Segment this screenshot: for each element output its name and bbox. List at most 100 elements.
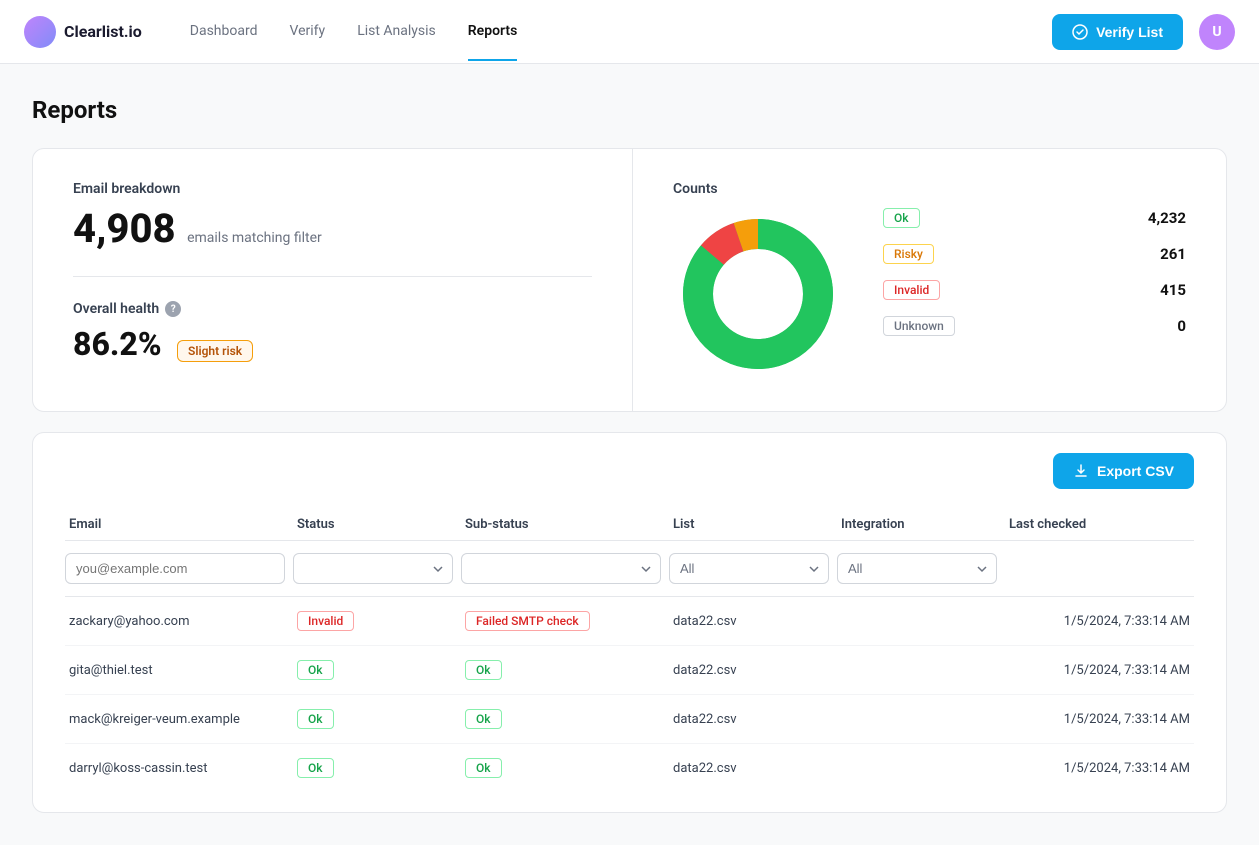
chart-legend: Ok 4,232 Risky 261 Invalid 415 Unknown 0 <box>883 208 1186 352</box>
cell-list: data22.csv <box>673 761 833 776</box>
verify-list-button[interactable]: Verify List <box>1052 14 1183 50</box>
legend-row-risky: Risky 261 <box>883 244 1186 264</box>
substatus-badge: Ok <box>465 758 502 778</box>
logo-text: Clearlist.io <box>64 22 142 41</box>
nav-link-dashboard[interactable]: Dashboard <box>190 3 258 61</box>
donut-svg <box>673 209 843 379</box>
counts-label: Counts <box>673 181 843 197</box>
cell-last-checked: 1/5/2024, 7:33:14 AM <box>1009 761 1190 776</box>
cell-list: data22.csv <box>673 663 833 678</box>
table-row: darryl@koss-cassin.test Ok Ok data22.csv… <box>65 744 1194 792</box>
table-row: gita@thiel.test Ok Ok data22.csv 1/5/202… <box>65 646 1194 695</box>
legend-count-unknown: 0 <box>1136 317 1186 335</box>
cell-list: data22.csv <box>673 614 833 629</box>
cell-email: zackary@yahoo.com <box>69 614 289 629</box>
table-body: zackary@yahoo.com Invalid Failed SMTP ch… <box>65 597 1194 792</box>
cell-substatus: Failed SMTP check <box>465 611 665 631</box>
divider <box>73 276 592 277</box>
page-title: Reports <box>32 96 1227 124</box>
logo[interactable]: Clearlist.io <box>24 16 142 48</box>
nav-link-reports[interactable]: Reports <box>468 3 518 61</box>
logo-icon <box>24 16 56 48</box>
nav-link-list-analysis[interactable]: List Analysis <box>357 3 436 61</box>
cell-status: Invalid <box>297 611 457 631</box>
email-count: 4,908 <box>73 205 176 252</box>
table-toolbar: Export CSV <box>65 453 1194 489</box>
legend-row-unknown: Unknown 0 <box>883 316 1186 336</box>
substatus-filter-cell <box>461 553 661 584</box>
email-filter-cell <box>65 553 285 584</box>
cell-status: Ok <box>297 758 457 778</box>
status-filter-cell <box>293 553 453 584</box>
donut-chart <box>673 209 843 379</box>
cell-substatus: Ok <box>465 709 665 729</box>
chart-area: Counts <box>673 181 843 379</box>
cell-email: mack@kreiger-veum.example <box>69 712 289 727</box>
legend-count-ok: 4,232 <box>1136 209 1186 227</box>
col-last-checked: Last checked <box>1009 517 1194 532</box>
email-filter-input[interactable] <box>65 553 285 584</box>
health-row: 86.2% Slight risk <box>73 325 592 363</box>
navbar: Clearlist.io Dashboard Verify List Analy… <box>0 0 1259 64</box>
verify-icon <box>1072 24 1088 40</box>
integration-filter-cell: All <box>837 553 997 584</box>
info-icon: ? <box>165 301 181 317</box>
nav-right: Verify List U <box>1052 14 1235 50</box>
table-row: zackary@yahoo.com Invalid Failed SMTP ch… <box>65 597 1194 646</box>
cell-substatus: Ok <box>465 660 665 680</box>
count-row: 4,908 emails matching filter <box>73 205 592 252</box>
status-badge: Invalid <box>297 611 354 631</box>
col-status: Status <box>297 517 457 532</box>
health-percentage: 86.2% <box>73 325 162 363</box>
cell-last-checked: 1/5/2024, 7:33:14 AM <box>1009 663 1190 678</box>
risk-badge: Slight risk <box>177 340 253 362</box>
summary-card: Email breakdown 4,908 emails matching fi… <box>32 148 1227 412</box>
status-filter-select[interactable] <box>293 553 453 584</box>
table-row: mack@kreiger-veum.example Ok Ok data22.c… <box>65 695 1194 744</box>
status-badge: Ok <box>297 709 334 729</box>
list-filter-select[interactable]: All <box>669 553 829 584</box>
list-filter-cell: All <box>669 553 829 584</box>
breakdown-label: Email breakdown <box>73 181 592 197</box>
health-label: Overall health ? <box>73 301 592 317</box>
status-badge: Ok <box>297 758 334 778</box>
filter-row: All All <box>65 541 1194 597</box>
legend-count-risky: 261 <box>1136 245 1186 263</box>
col-list: List <box>673 517 833 532</box>
nav-links: Dashboard Verify List Analysis Reports <box>190 3 1052 61</box>
legend-row-ok: Ok 4,232 <box>883 208 1186 228</box>
cell-email: gita@thiel.test <box>69 663 289 678</box>
nav-link-verify[interactable]: Verify <box>290 3 326 61</box>
cell-status: Ok <box>297 709 457 729</box>
substatus-badge: Ok <box>465 709 502 729</box>
legend-badge-risky: Risky <box>883 244 934 264</box>
cell-last-checked: 1/5/2024, 7:33:14 AM <box>1009 614 1190 629</box>
legend-badge-ok: Ok <box>883 208 920 228</box>
cell-email: darryl@koss-cassin.test <box>69 761 289 776</box>
col-integration: Integration <box>841 517 1001 532</box>
cell-substatus: Ok <box>465 758 665 778</box>
summary-left: Email breakdown 4,908 emails matching fi… <box>33 149 633 411</box>
integration-filter-select[interactable]: All <box>837 553 997 584</box>
summary-right: Counts <box>633 149 1226 411</box>
legend-row-invalid: Invalid 415 <box>883 280 1186 300</box>
last-checked-filter-cell <box>1005 553 1194 584</box>
cell-last-checked: 1/5/2024, 7:33:14 AM <box>1009 712 1190 727</box>
substatus-badge: Failed SMTP check <box>465 611 590 631</box>
avatar[interactable]: U <box>1199 14 1235 50</box>
status-badge: Ok <box>297 660 334 680</box>
substatus-filter-select[interactable] <box>461 553 661 584</box>
table-headers: Email Status Sub-status List Integration… <box>65 509 1194 541</box>
substatus-badge: Ok <box>465 660 502 680</box>
legend-badge-invalid: Invalid <box>883 280 940 300</box>
cell-list: data22.csv <box>673 712 833 727</box>
cell-status: Ok <box>297 660 457 680</box>
download-icon <box>1073 463 1089 479</box>
legend-badge-unknown: Unknown <box>883 316 955 336</box>
legend-count-invalid: 415 <box>1136 281 1186 299</box>
table-section: Export CSV Email Status Sub-status List … <box>32 432 1227 813</box>
main-content: Reports Email breakdown 4,908 emails mat… <box>0 64 1259 813</box>
col-substatus: Sub-status <box>465 517 665 532</box>
export-csv-button[interactable]: Export CSV <box>1053 453 1194 489</box>
col-email: Email <box>69 517 289 532</box>
